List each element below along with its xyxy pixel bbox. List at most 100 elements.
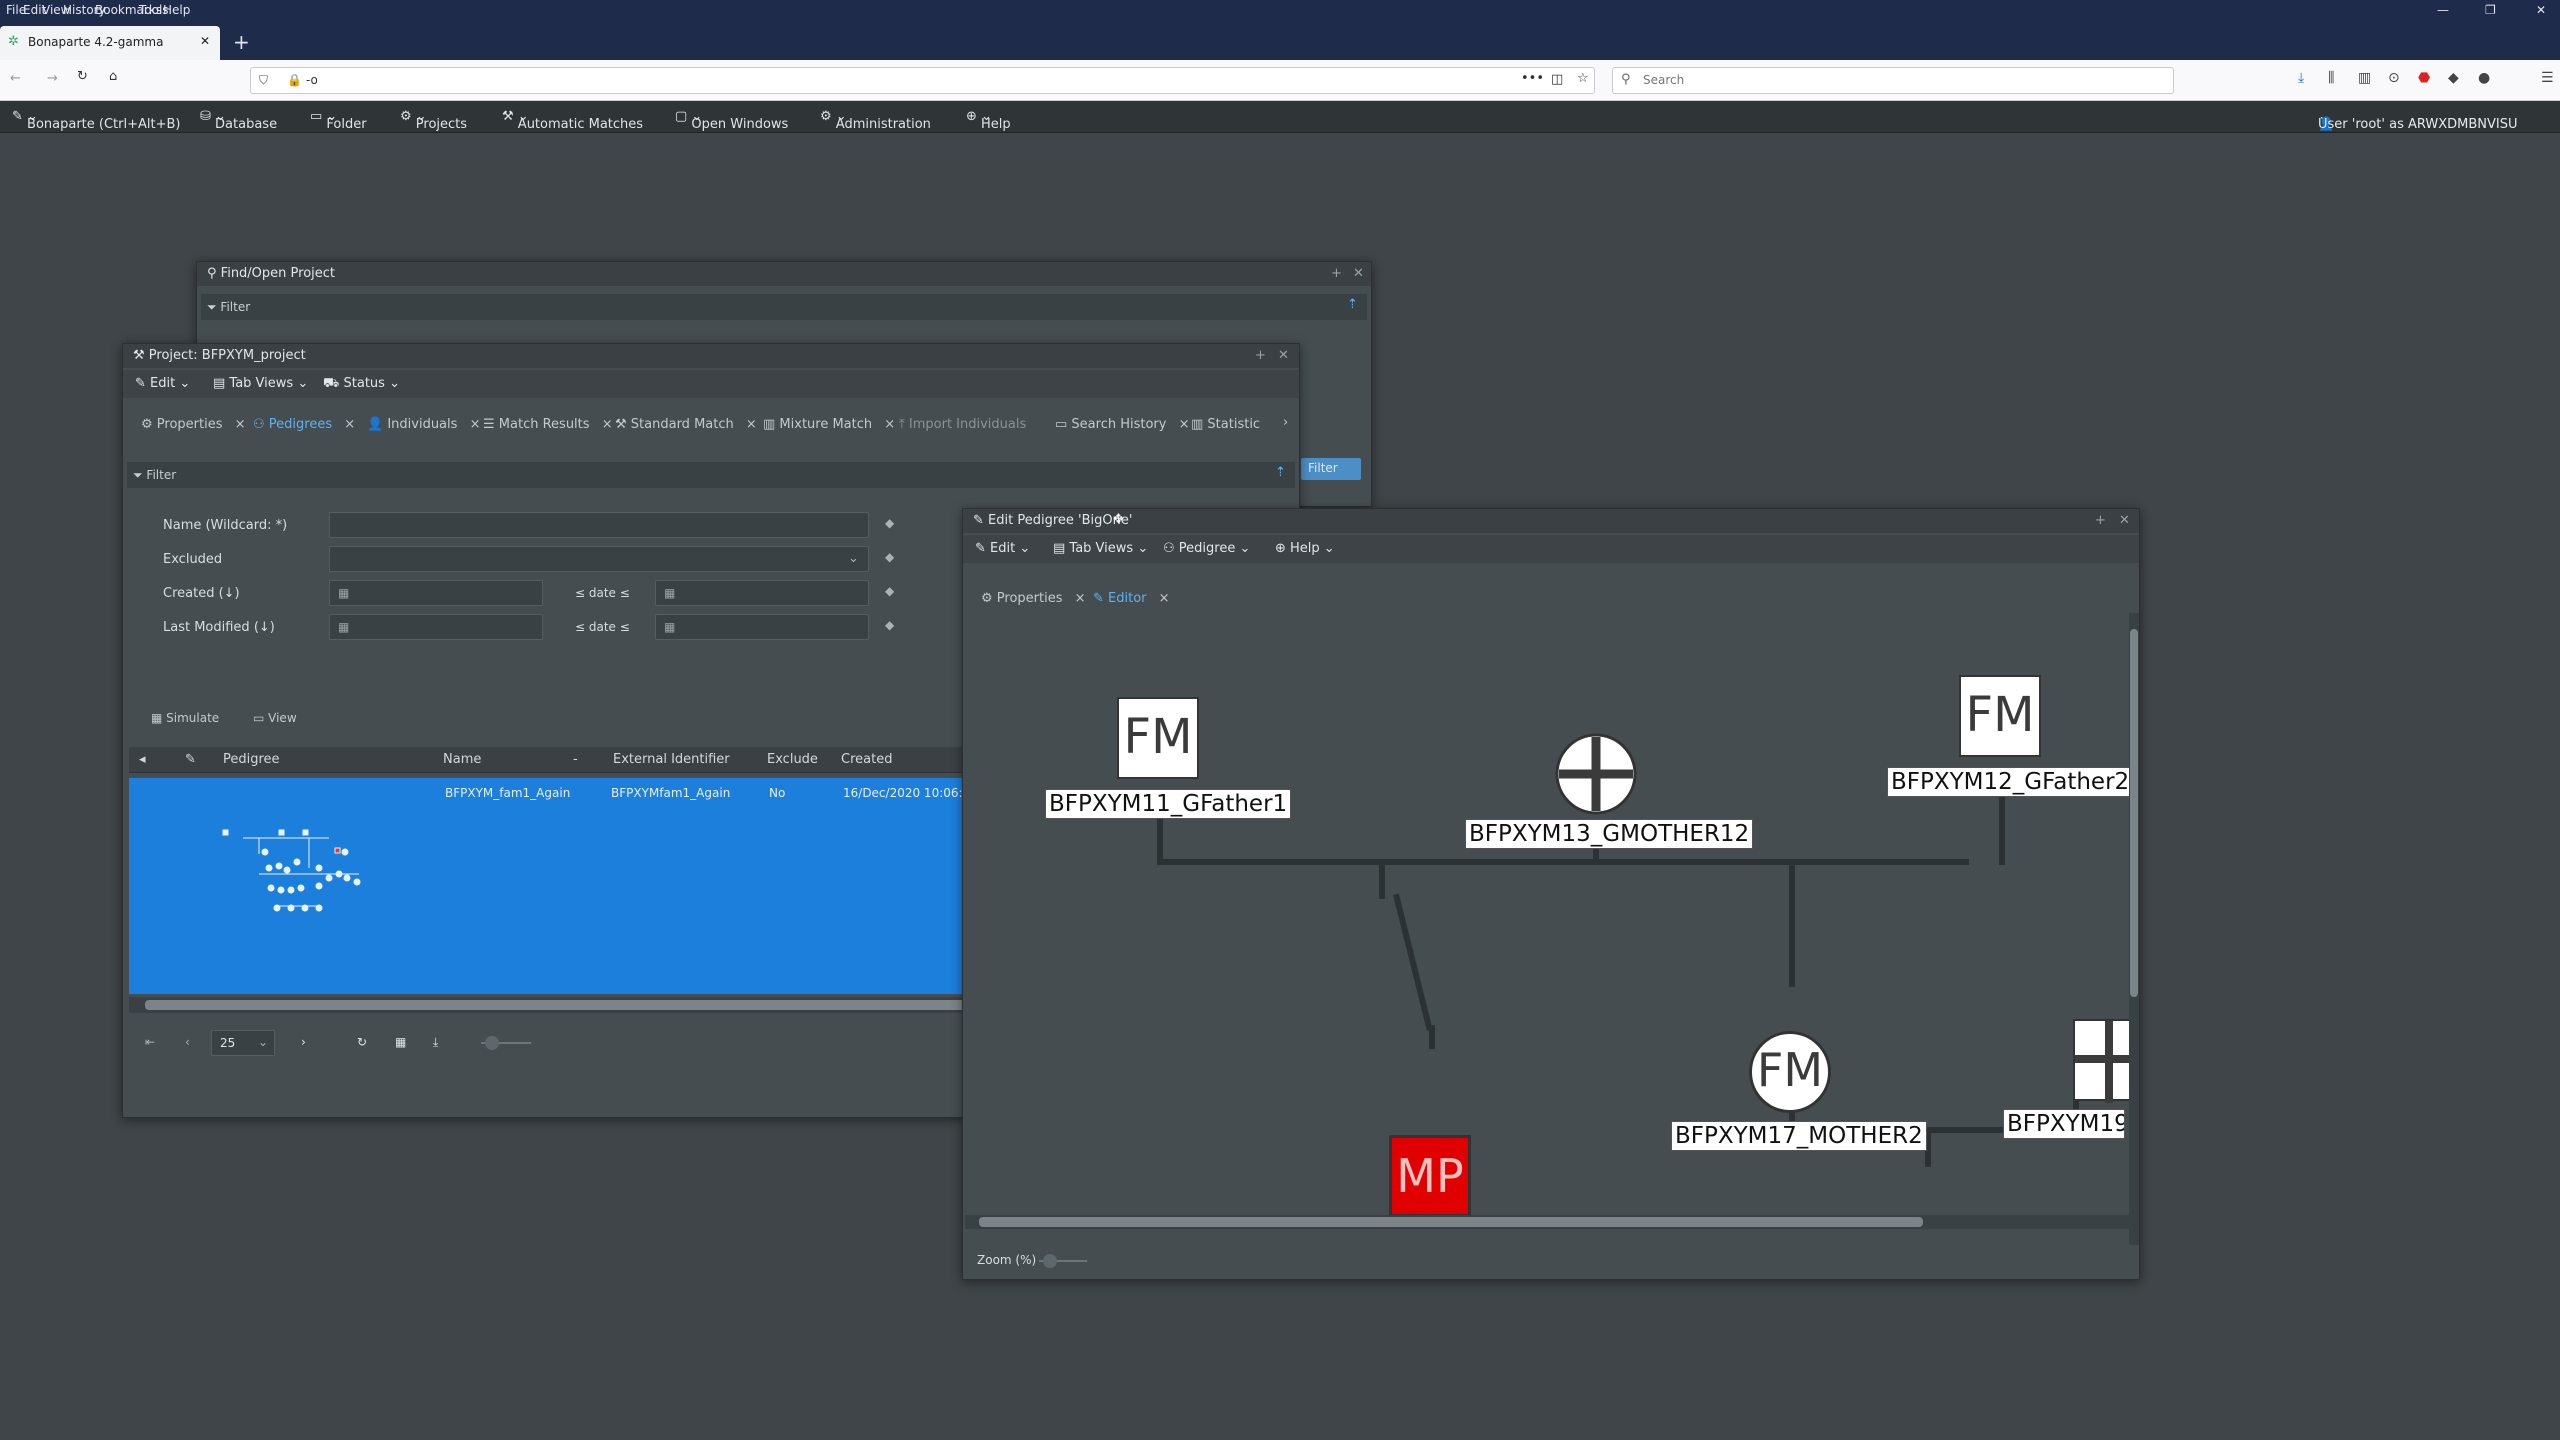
eraser-icon[interactable]: ◆ [885, 516, 894, 530]
tab-import-individuals[interactable]: ⤒ Import Individuals [899, 417, 1026, 432]
forward-icon[interactable]: → [47, 71, 58, 86]
download-icon[interactable]: ⤓ [433, 1035, 438, 1050]
close-icon[interactable]: ✕ [2119, 513, 2130, 528]
edit-menu[interactable]: ✎ Edit ⌄ [135, 376, 190, 391]
sidebar-icon[interactable]: ▥ [2358, 70, 2371, 86]
calendar-icon[interactable]: ▦ [338, 620, 349, 634]
user-info[interactable]: 👤 User 'root' as ARWXDMBNVISU ⌄ [2318, 109, 2518, 132]
maximize-icon[interactable]: + [1255, 348, 1266, 363]
node19-node[interactable] [2073, 1019, 2137, 1103]
status-menu[interactable]: ⛟ Status ⌄ [323, 376, 400, 393]
eraser-icon[interactable]: ◆ [885, 618, 894, 632]
sync-icon[interactable]: ⊙ [2388, 70, 2400, 86]
tab-views-menu[interactable]: ▤ Tab Views ⌄ [213, 376, 308, 391]
gmother12-node[interactable] [1553, 731, 1639, 817]
tab-close-icon[interactable]: × [235, 417, 246, 432]
first-page-icon[interactable]: ⇤ [145, 1035, 155, 1049]
view-button[interactable]: ▭ View [253, 711, 297, 725]
scrollbar-thumb[interactable] [145, 1000, 1065, 1010]
tab-views-menu[interactable]: ▤ Tab Views ⌄ [1053, 541, 1148, 556]
vertical-scrollbar[interactable] [2129, 613, 2139, 1245]
download-icon[interactable]: ⤓ [2298, 70, 2304, 86]
tab-search-history[interactable]: ▭ Search History × [1055, 417, 1190, 432]
next-page-icon[interactable]: › [301, 1035, 306, 1049]
gfather2-node[interactable]: FM [1959, 675, 2041, 757]
tab-close-icon[interactable]: × [1179, 417, 1190, 432]
filter-button[interactable]: Filter [1301, 458, 1361, 480]
library-icon[interactable]: ⫼ [2328, 70, 2334, 86]
eraser-icon[interactable]: ◆ [885, 550, 894, 564]
refresh-icon[interactable]: ↻ [357, 1035, 367, 1049]
created-to-date[interactable]: ▦ [655, 580, 869, 606]
tab-close-icon[interactable]: × [1159, 591, 1170, 606]
reload-icon[interactable]: ↻ [77, 69, 88, 84]
name-input[interactable] [329, 512, 869, 538]
find-filter-bar[interactable]: ⏷ Filter ⇡ [201, 294, 1367, 320]
tab-editor[interactable]: ✎ Editor × [1093, 591, 1170, 606]
menu-open-windows[interactable]: ▢ Open Windows ⌄ [675, 109, 788, 132]
close-icon[interactable]: ✕ [1353, 266, 1364, 281]
tab-properties[interactable]: ⚙ Properties × [981, 591, 1086, 606]
menu-database[interactable]: ⛁ Database ⌄ [200, 109, 277, 132]
calendar-icon[interactable]: ▦ [338, 586, 349, 600]
tab-close-icon[interactable]: × [1075, 591, 1086, 606]
calendar-icon[interactable]: ▦ [664, 586, 675, 600]
back-icon[interactable]: ← [10, 71, 21, 86]
calendar-icon[interactable]: ▦ [664, 620, 675, 634]
select-all-icon[interactable]: ◂ [139, 752, 146, 767]
sort-icon[interactable]: - [573, 752, 578, 767]
maximize-icon[interactable]: + [2095, 513, 2106, 528]
gfather1-node[interactable]: FM [1117, 697, 1199, 779]
extension-icon[interactable]: ◆ [2448, 70, 2459, 86]
pedigree-menu[interactable]: ⚇ Pedigree ⌄ [1163, 541, 1250, 556]
home-icon[interactable]: ⌂ [109, 69, 117, 84]
mother2-node[interactable]: FM [1749, 1031, 1831, 1113]
tab-standard-match[interactable]: ⚒ Standard Match × [615, 417, 757, 432]
tab-close-icon[interactable]: × [470, 417, 481, 432]
project-filter-bar[interactable]: ⏷ Filter ⇡ [127, 462, 1295, 488]
created-from-date[interactable]: ▦ [329, 580, 543, 606]
mp-node[interactable]: MP [1389, 1135, 1471, 1217]
project-titlebar[interactable]: ⚒ Project: BFPXYM_project [123, 344, 1299, 368]
menu-administration[interactable]: ⚙ Administration ⌄ [820, 109, 931, 132]
modified-to-date[interactable]: ▦ [655, 614, 869, 640]
new-tab-icon[interactable]: + [233, 30, 250, 54]
menu-bonaparte[interactable]: ✎ Bonaparte (Ctrl+Alt+B) ⌄ [12, 109, 180, 132]
menu-projects[interactable]: ⚙ Projects ⌄ [400, 109, 467, 132]
eraser-icon[interactable]: ◆ [885, 584, 894, 598]
zoom-slider-handle[interactable] [485, 1036, 499, 1050]
simulate-button[interactable]: ▦ Simulate [151, 711, 219, 725]
minimize-icon[interactable]: — [2437, 3, 2449, 17]
restore-icon[interactable]: ❐ [2485, 3, 2496, 17]
menu-help[interactable]: Help [163, 3, 190, 17]
bookmark-star-icon[interactable]: ☆ [1577, 71, 1589, 86]
column-exclude[interactable]: Exclude [767, 752, 818, 767]
column-external-id[interactable]: External Identifier [613, 752, 730, 767]
edit-menu[interactable]: ✎ Edit ⌄ [975, 541, 1030, 556]
help-menu[interactable]: ⊕ Help ⌄ [1275, 541, 1335, 556]
column-name[interactable]: Name [443, 752, 481, 767]
tab-statistic[interactable]: ▥ Statistic [1191, 417, 1279, 432]
tab-close-icon[interactable]: × [344, 417, 355, 432]
menu-folder[interactable]: ▭ Folder ⌄ [310, 109, 367, 132]
tab-close-icon[interactable]: × [602, 417, 613, 432]
tab-properties[interactable]: ⚙ Properties × [141, 417, 246, 432]
scrollbar-thumb[interactable] [979, 1217, 1923, 1227]
pedigree-canvas[interactable]: FM BFPXYM11_GFather1 BFPXYM13_GMOTHER12 … [965, 613, 2137, 1253]
page-size-select[interactable]: 25 ⌄ [211, 1030, 275, 1056]
horizontal-scrollbar[interactable] [965, 1215, 2129, 1229]
calculator-icon[interactable]: ▦ [395, 1035, 406, 1049]
tab-close-icon[interactable]: × [884, 417, 895, 432]
excluded-select[interactable]: ⌄ [329, 546, 869, 572]
url-bar[interactable]: ⛉ 🔒 -o ••• ◫ ☆ [250, 67, 1595, 94]
tab-pedigrees[interactable]: ⚇ Pedigrees × [253, 417, 355, 432]
hamburger-menu-icon[interactable]: ☰ [2541, 70, 2554, 86]
search-input[interactable]: ⚲ Search [1612, 67, 2174, 94]
menu-app-help[interactable]: ⊕ Help ⌄ [966, 109, 1011, 132]
more-icon[interactable]: ••• [1521, 71, 1544, 86]
collapse-icon[interactable]: ⇡ [1275, 465, 1286, 480]
find-project-titlebar[interactable]: ⚲ Find/Open Project [197, 262, 1371, 286]
column-created[interactable]: Created [841, 752, 892, 767]
zoom-slider-handle[interactable] [1043, 1254, 1057, 1268]
tab-individuals[interactable]: 👤 Individuals × [367, 417, 480, 432]
